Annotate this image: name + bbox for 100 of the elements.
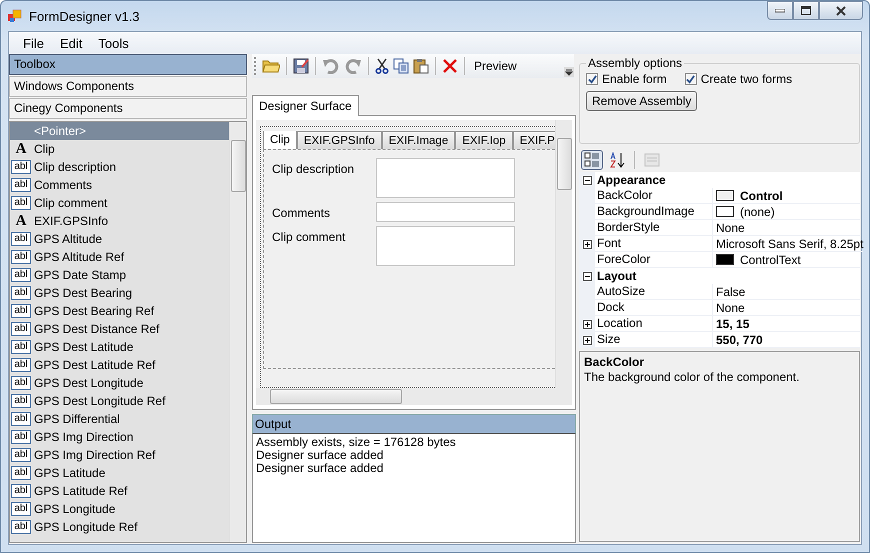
tab[interactable]: Clip xyxy=(263,130,297,149)
scrollbar[interactable] xyxy=(229,122,246,542)
expand-icon[interactable] xyxy=(582,240,592,248)
property-value[interactable]: (none) xyxy=(740,204,775,218)
toolbox-item[interactable]: abl GPS Dest Latitude Ref xyxy=(10,356,229,374)
overflow-icon[interactable] xyxy=(564,66,574,77)
property-value[interactable]: Microsoft Sans Serif, 8.25pt xyxy=(716,236,864,250)
checkbox[interactable] xyxy=(684,73,697,85)
property-value[interactable]: None xyxy=(716,220,745,234)
toolbox-item[interactable]: abl GPS Dest Longitude Ref xyxy=(10,392,229,410)
property-value[interactable]: 550, 770 xyxy=(716,332,763,346)
textbox-icon: abl xyxy=(11,250,31,264)
textbox-icon: abl xyxy=(11,340,31,354)
toolbox-section-header[interactable]: Toolbox xyxy=(9,54,247,75)
expand-icon[interactable] xyxy=(582,336,592,344)
close-button[interactable] xyxy=(819,1,863,20)
toolbox-item[interactable]: abl GPS Img Direction Ref xyxy=(10,446,229,464)
input-field[interactable] xyxy=(376,158,515,198)
toolbox-item[interactable]: abl Comments xyxy=(10,176,229,194)
description-title: BackColor xyxy=(584,355,646,369)
scrollbar[interactable] xyxy=(555,120,572,388)
output-header: Output xyxy=(252,414,576,434)
checkbox[interactable] xyxy=(586,73,598,85)
toolbox-item[interactable]: abl GPS Date Stamp xyxy=(10,266,229,284)
property-name: Size xyxy=(595,332,713,348)
tab[interactable]: EXIF.P xyxy=(512,130,555,149)
toolbox-item[interactable]: abl GPS Altitude xyxy=(10,230,229,248)
property-pages-icon xyxy=(644,152,660,168)
toolbox-item[interactable]: abl GPS Dest Latitude xyxy=(10,338,229,356)
log-line: Designer surface added xyxy=(256,462,384,475)
input-field[interactable] xyxy=(376,202,515,222)
textbox-icon: abl xyxy=(11,448,31,462)
maximize-button[interactable] xyxy=(793,1,819,20)
menu-item[interactable]: File xyxy=(15,34,52,52)
toolbox-item[interactable]: A EXIF.GPSInfo xyxy=(10,212,229,230)
toolbox-item[interactable]: abl GPS Img Direction xyxy=(10,428,229,446)
input-field[interactable] xyxy=(376,226,515,266)
scissors-icon[interactable] xyxy=(375,58,389,74)
window-title: FormDesigner v1.3 xyxy=(29,8,140,24)
delete-icon[interactable] xyxy=(442,58,458,74)
textbox-icon: abl xyxy=(11,268,31,282)
toolbox-item[interactable]: abl GPS Longitude xyxy=(10,500,229,518)
toolbox-item[interactable]: abl GPS Latitude xyxy=(10,464,229,482)
textbox-icon: abl xyxy=(11,376,31,390)
maximize-icon xyxy=(801,6,811,15)
scrollbar[interactable] xyxy=(256,388,572,405)
menu-item[interactable]: Tools xyxy=(90,34,137,52)
textbox-icon: abl xyxy=(11,322,31,336)
toolbox-item[interactable]: abl GPS Dest Longitude xyxy=(10,374,229,392)
redo-icon[interactable] xyxy=(344,58,362,74)
view-button[interactable] xyxy=(581,150,603,170)
toolbox-item[interactable]: abl Clip comment xyxy=(10,194,229,212)
toolbox-item[interactable]: abl GPS Latitude Ref xyxy=(10,482,229,500)
textbox-icon: abl xyxy=(11,502,31,516)
toolbox-item[interactable]: abl GPS Longitude Ref xyxy=(10,518,229,536)
toolbox-item[interactable]: abl GPS Dest Bearing Ref xyxy=(10,302,229,320)
description-text: The background color of the component. xyxy=(584,370,800,384)
toolbox-item[interactable]: A Clip xyxy=(10,140,229,158)
textbox-icon: abl xyxy=(11,484,31,498)
tab[interactable]: Designer Surface xyxy=(252,94,359,116)
sort-icon xyxy=(609,152,625,168)
field-label: Clip description xyxy=(272,160,356,178)
toolbox-item[interactable]: abl GPS Dest Distance Ref xyxy=(10,320,229,338)
folder-icon[interactable] xyxy=(262,58,280,74)
property-value[interactable]: None xyxy=(716,300,745,314)
property-value[interactable]: 15, 15 xyxy=(716,316,750,330)
check-icon xyxy=(588,74,596,84)
clipboard-icon[interactable] xyxy=(413,58,429,74)
collapse-icon[interactable] xyxy=(582,176,592,184)
tab[interactable]: EXIF.Iop xyxy=(455,130,513,149)
textbox-icon: abl xyxy=(11,412,31,426)
toolbox-item[interactable]: abl GPS Differential xyxy=(10,410,229,428)
check-icon xyxy=(686,74,696,84)
toolbox-item[interactable]: abl Clip description xyxy=(10,158,229,176)
property-value[interactable]: Control xyxy=(740,188,783,202)
toolbox-item[interactable]: abl GPS Dest Bearing xyxy=(10,284,229,302)
textbox-icon: abl xyxy=(11,304,31,318)
tab[interactable]: EXIF.Image xyxy=(382,130,456,149)
toolbox-item[interactable]: <Pointer> xyxy=(10,122,229,140)
minimize-button[interactable] xyxy=(767,1,793,20)
textbox-icon: abl xyxy=(11,466,31,480)
expand-icon[interactable] xyxy=(582,320,592,328)
copy-icon[interactable] xyxy=(393,58,409,74)
property-value[interactable]: ControlText xyxy=(740,252,801,266)
toolbox-section-header[interactable]: Windows Components xyxy=(9,76,247,97)
checkbox-label: Create two forms xyxy=(700,72,792,86)
category-name: Appearance xyxy=(596,173,666,187)
tab[interactable]: EXIF.GPSInfo xyxy=(296,130,382,149)
undo-icon[interactable] xyxy=(322,58,340,74)
categorized-icon xyxy=(584,152,600,168)
collapse-icon[interactable] xyxy=(582,272,592,280)
preview-button[interactable]: Preview xyxy=(471,58,520,73)
remove-assembly-button[interactable]: Remove Assembly xyxy=(586,91,698,111)
menu-item[interactable]: Edit xyxy=(52,34,90,52)
app-icon xyxy=(7,8,23,24)
toolbox-item[interactable]: abl GPS Altitude Ref xyxy=(10,248,229,266)
textbox-icon: abl xyxy=(11,430,31,444)
toolbox-section-header[interactable]: Cinegy Components xyxy=(9,98,247,119)
log-line: Assembly exists, size = 176128 bytes xyxy=(256,436,457,449)
property-value[interactable]: False xyxy=(716,284,746,298)
